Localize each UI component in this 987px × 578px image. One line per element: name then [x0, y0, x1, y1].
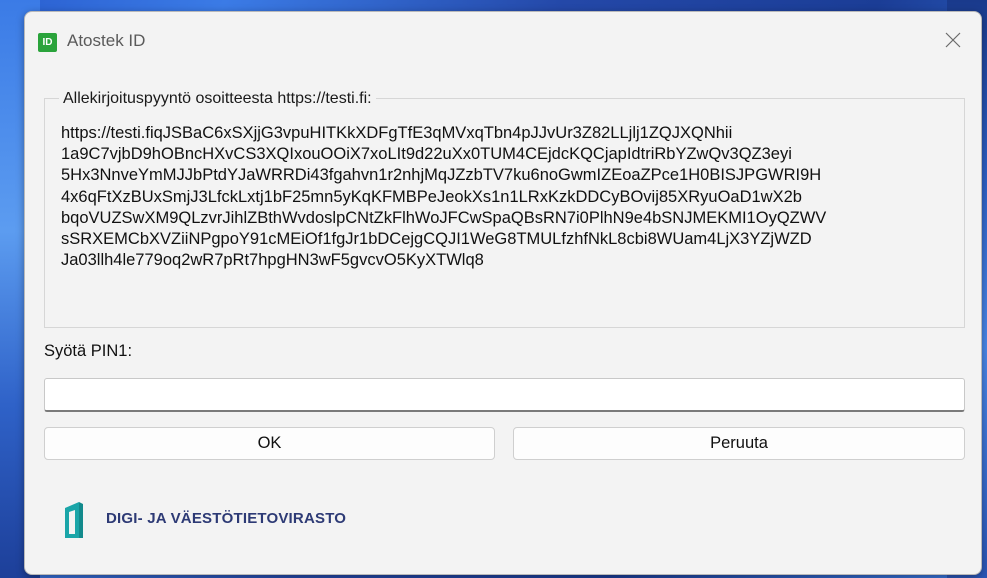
signature-request-group: Allekirjoituspyyntö osoitteesta https://…	[44, 89, 965, 328]
request-line: Ja03llh4le779oq2wR7pRt7hpgHN3wF5gvcvO5Ky…	[61, 251, 484, 270]
atostek-id-icon: ID	[38, 33, 57, 52]
request-origin-caption: Allekirjoituspyyntö osoitteesta https://…	[59, 89, 376, 109]
pin-input[interactable]	[44, 378, 965, 412]
close-icon	[945, 32, 961, 48]
atostek-id-dialog: ID Atostek ID Allekirjoituspyyntö osoitt…	[24, 11, 982, 575]
request-line: 4x6qFtXzBUxSmjJ3LfckLxtj1bF25mn5yKqKFMBP…	[61, 187, 802, 206]
request-content: https://testi.fiqJSBaC6xSXjjG3vpuHITKkXD…	[61, 123, 951, 271]
dvv-logo-text: DIGI- JA VÄESTÖTIETOVIRASTO	[106, 510, 347, 527]
request-line: bqoVUZSwXM9QLzvrJihlZBthWvdoslpCNtZkFlhW…	[61, 208, 827, 227]
request-line: sSRXEMCbXVZiiNPgpoY91cMEiOf1fgJr1bDCejgC…	[61, 230, 812, 249]
cancel-button[interactable]: Peruuta	[513, 427, 965, 460]
ok-button[interactable]: OK	[44, 427, 495, 460]
window-title: Atostek ID	[67, 31, 146, 50]
dvv-logo-icon	[65, 502, 83, 538]
close-button[interactable]	[935, 24, 971, 56]
request-line: 5Hx3NnveYmMJJbPtdYJaWRRDi43fgahvn1r2nhjM…	[61, 166, 822, 185]
title-bar: ID Atostek ID	[25, 12, 981, 72]
request-line: 1a9C7vjbD9hOBncHXvCS3XQIxouOOiX7xoLIt9d2…	[61, 145, 792, 164]
request-line: https://testi.fiqJSBaC6xSXjjG3vpuHITKkXD…	[61, 124, 733, 142]
dvv-logo: DIGI- JA VÄESTÖTIETOVIRASTO	[61, 500, 421, 540]
pin-label: Syötä PIN1:	[44, 342, 133, 360]
